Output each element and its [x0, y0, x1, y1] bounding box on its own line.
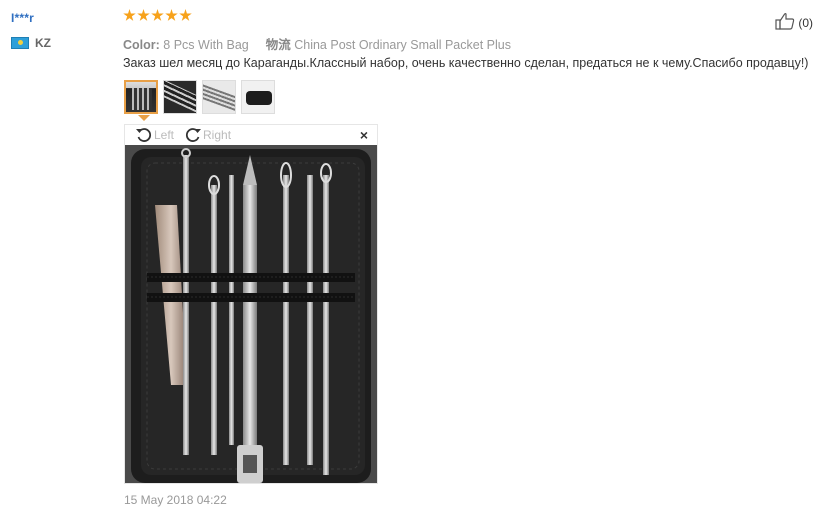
star-icon	[137, 9, 150, 21]
selected-thumbnail-caret	[138, 115, 150, 121]
color-value: 8 Pcs With Bag	[163, 38, 249, 52]
helpful-button[interactable]: (0)	[775, 12, 813, 30]
photo-thumbnail[interactable]	[124, 80, 158, 114]
rotate-right-label: Right	[203, 128, 232, 142]
photo-thumbnail[interactable]	[163, 80, 197, 114]
star-rating	[123, 9, 192, 22]
star-icon	[123, 9, 136, 21]
photo-thumbnail[interactable]	[241, 80, 275, 114]
review-date: 15 May 2018 04:22	[124, 493, 227, 507]
rotate-right-icon	[184, 126, 202, 144]
review-photo-thumbnails	[124, 80, 275, 114]
star-icon	[165, 9, 178, 21]
rotate-left-icon	[135, 126, 153, 144]
review-photo	[125, 145, 377, 483]
shipping-value: China Post Ordinary Small Packet Plus	[294, 38, 511, 52]
order-meta: Color: 8 Pcs With Bag 物流 China Post Ordi…	[123, 34, 511, 53]
rotate-left-label: Left	[154, 128, 175, 142]
color-label: Color:	[123, 38, 160, 52]
close-viewer-button[interactable]: ×	[360, 127, 368, 143]
viewer-toolbar: Left Right ×	[125, 125, 377, 145]
thumbs-up-icon[interactable]	[775, 12, 795, 30]
country-code: KZ	[35, 36, 51, 50]
rotate-right-button[interactable]: Right	[184, 126, 231, 144]
review-text: Заказ шел месяц до Караганды.Классный на…	[123, 56, 809, 70]
rotate-left-button[interactable]: Left	[135, 126, 174, 144]
buyer-country: KZ	[11, 36, 51, 50]
kazakhstan-flag-icon	[11, 37, 29, 49]
photo-thumbnail[interactable]	[202, 80, 236, 114]
shipping-label: 物流	[265, 38, 291, 52]
star-icon	[179, 9, 192, 21]
photo-viewer: Left Right ×	[124, 124, 378, 484]
star-icon	[151, 9, 164, 21]
buyer-name[interactable]: I***r	[11, 11, 34, 25]
helpful-count: (0)	[798, 16, 813, 30]
